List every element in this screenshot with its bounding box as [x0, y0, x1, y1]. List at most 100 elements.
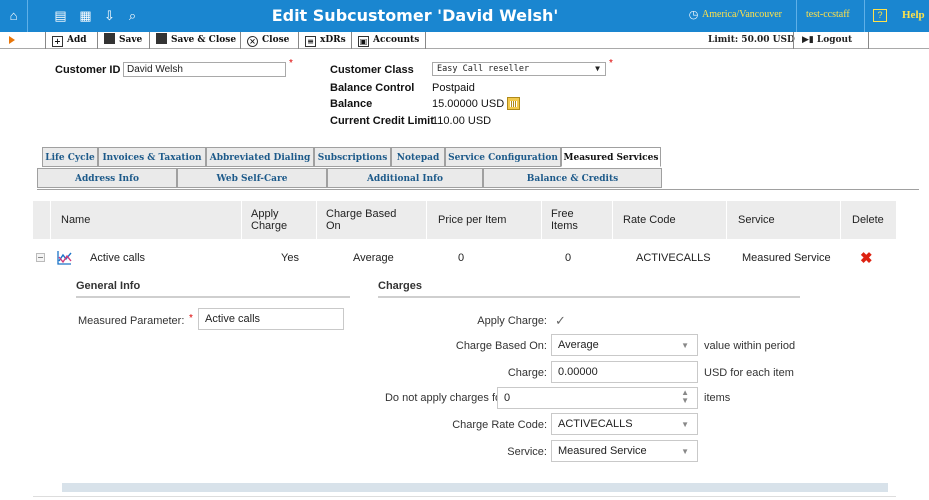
rate-code-select[interactable]: ACTIVECALLS ▼ — [551, 413, 698, 435]
accounts-label: Accounts — [373, 35, 420, 45]
divider — [241, 201, 242, 239]
logout-button[interactable]: ▶▮ Logout — [793, 32, 869, 49]
tab-address-info[interactable]: Address Info — [37, 168, 177, 188]
close-button[interactable]: × Close — [241, 32, 299, 49]
question-icon[interactable]: ? — [873, 9, 887, 22]
xdrs-button[interactable]: ≡ xDRs — [299, 32, 352, 49]
tab-life-cycle[interactable]: Life Cycle — [42, 147, 98, 167]
tab-abbreviated-dialing[interactable]: Abbreviated Dialing — [206, 147, 314, 167]
save-icon — [104, 33, 115, 44]
customer-id-input[interactable]: David Welsh — [123, 62, 286, 77]
chevron-down-icon: ▼ — [595, 64, 600, 73]
save-button[interactable]: Save — [98, 32, 150, 49]
tab-notepad[interactable]: Notepad — [391, 147, 445, 167]
user-link[interactable]: test-ccstaff — [806, 9, 850, 20]
chart-icon — [57, 251, 72, 265]
column-header-charge-based-on[interactable]: Charge Based On — [326, 208, 396, 232]
save-close-label: Save & Close — [171, 35, 237, 45]
required-marker: * — [289, 58, 293, 69]
free-items-suffix: items — [704, 392, 731, 404]
accounts-button[interactable]: ▣ Accounts — [352, 32, 426, 49]
save-icon — [156, 33, 167, 44]
tab-subscriptions[interactable]: Subscriptions — [314, 147, 391, 167]
charge-based-on-suffix: value within period — [704, 340, 796, 352]
calendar-icon[interactable] — [507, 97, 520, 110]
credit-limit-label: Current Credit Limit — [330, 115, 434, 127]
divider — [316, 201, 317, 239]
divider — [726, 201, 727, 239]
service-label: Service: — [507, 446, 547, 458]
tab-additional-info[interactable]: Additional Info — [327, 168, 483, 188]
row-charge-based-on: Average — [353, 252, 394, 264]
balance-control-value: Postpaid — [432, 82, 475, 94]
required-marker: * — [189, 313, 193, 324]
row-free-items: 0 — [565, 252, 572, 264]
required-marker: * — [609, 58, 613, 69]
balance-label: Balance — [330, 98, 373, 110]
tab-service-configuration[interactable]: Service Configuration — [445, 147, 561, 167]
divider — [541, 201, 542, 239]
credit-limit-value: 110.00 USD — [432, 115, 492, 127]
charges-heading: Charges — [378, 280, 423, 292]
row-service: Measured Service — [742, 252, 831, 264]
chevron-down-icon: ▼ — [681, 341, 689, 350]
divider — [50, 201, 51, 239]
column-header-rate-code[interactable]: Rate Code — [623, 214, 676, 226]
logout-icon: ▶▮ — [802, 35, 814, 45]
measured-parameter-input[interactable]: Active calls — [198, 308, 344, 330]
general-info-heading: General Info — [76, 280, 141, 292]
tab-invoices-taxation[interactable]: Invoices & Taxation — [98, 147, 206, 167]
chevron-down-icon: ▼ — [681, 420, 689, 429]
free-items-stepper[interactable]: 0 ▲ ▼ — [497, 387, 698, 409]
row-price-per-item: 0 — [458, 252, 465, 264]
column-header-apply-charge[interactable]: Apply Charge — [251, 208, 287, 232]
document-icon: ≡ — [305, 36, 316, 47]
customer-class-label: Customer Class — [330, 64, 414, 76]
apply-charge-checkbox[interactable]: ✓ — [555, 314, 568, 327]
tab-balance-credits[interactable]: Balance & Credits — [483, 168, 662, 188]
row-name: Active calls — [90, 252, 146, 264]
tab-measured-services[interactable]: Measured Services — [561, 147, 661, 167]
customer-id-label: Customer ID — [55, 64, 121, 76]
balance-control-label: Balance Control — [330, 82, 415, 94]
save-label: Save — [119, 35, 143, 45]
tab-web-self-care[interactable]: Web Self-Care — [177, 168, 327, 188]
row-rate-code: ACTIVECALLS — [636, 252, 711, 264]
service-value: Measured Service — [558, 445, 647, 457]
accounts-icon: ▣ — [358, 36, 369, 47]
stepper-icon[interactable]: ▲ ▼ — [681, 389, 689, 405]
close-icon: × — [247, 36, 258, 47]
column-header-price-per-item[interactable]: Price per Item — [438, 214, 506, 226]
row-apply-charge: Yes — [281, 252, 299, 264]
column-header-name[interactable]: Name — [61, 214, 90, 226]
collapse-icon[interactable] — [36, 253, 45, 262]
charge-input[interactable]: 0.00000 — [551, 361, 698, 383]
service-select[interactable]: Measured Service ▼ — [551, 440, 698, 462]
rate-code-label: Charge Rate Code: — [452, 419, 547, 431]
charge-based-on-select[interactable]: Average ▼ — [551, 334, 698, 356]
customer-class-select[interactable]: Easy Call reseller ▼ — [432, 62, 606, 76]
help-link[interactable]: Help — [902, 9, 925, 21]
timezone-link[interactable]: America/Vancouver — [702, 9, 782, 20]
column-header-free-items[interactable]: Free Items — [551, 208, 578, 232]
divider — [426, 201, 427, 239]
toolbar: + Add Save Save & Close × Close ≡ xDRs ▣ Acc… — [0, 32, 929, 49]
divider — [37, 189, 919, 190]
column-header-service[interactable]: Service — [738, 214, 775, 226]
charge-label: Charge: — [507, 367, 547, 379]
divider — [33, 496, 896, 497]
delete-icon[interactable]: ✖ — [860, 251, 873, 266]
limit-text: Limit: 50.00 USD — [708, 35, 795, 45]
column-header-delete: Delete — [852, 214, 884, 226]
divider — [864, 0, 865, 32]
divider — [378, 296, 800, 298]
add-label: Add — [67, 35, 87, 45]
rate-code-value: ACTIVECALLS — [558, 418, 633, 430]
divider — [840, 201, 841, 239]
chevron-down-icon: ▼ — [681, 447, 689, 456]
add-button[interactable]: + Add — [45, 32, 98, 49]
charge-based-on-label: Charge Based On: — [455, 340, 547, 352]
apply-charge-label: Apply Charge: — [477, 315, 547, 327]
horizontal-scrollbar[interactable] — [62, 483, 888, 492]
save-close-button[interactable]: Save & Close — [150, 32, 241, 49]
